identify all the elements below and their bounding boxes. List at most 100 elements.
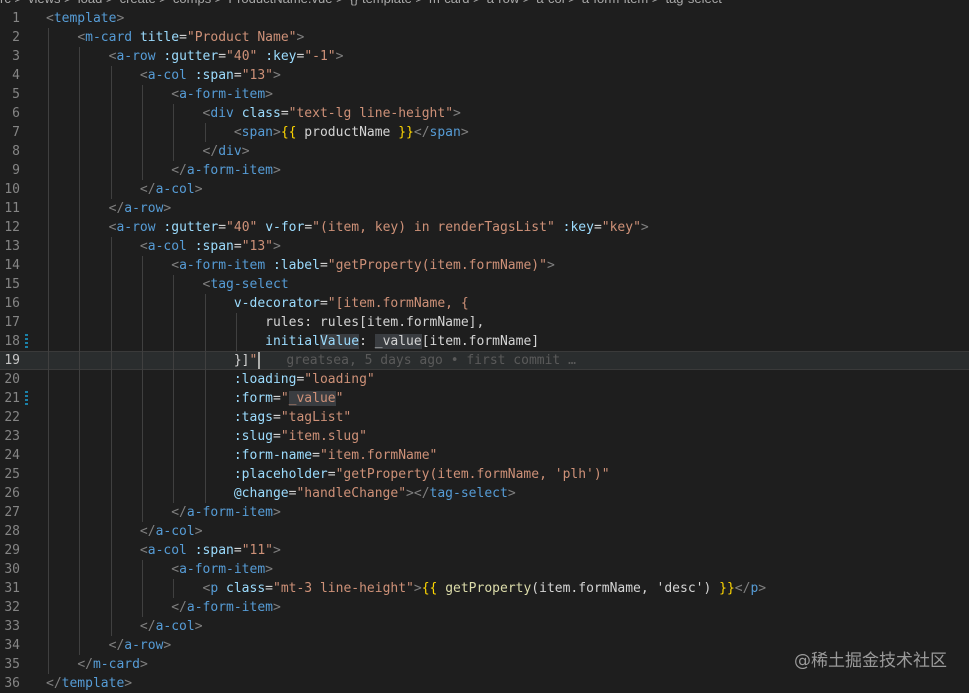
code-text[interactable]: :tags="tagList"	[46, 408, 351, 427]
code-text[interactable]: <m-card title="Product Name">	[46, 28, 304, 47]
code-text[interactable]: <a-form-item>	[46, 560, 273, 579]
line-number: 26	[4, 486, 20, 501]
line-number: 36	[4, 676, 20, 691]
code-lines[interactable]: 1 <template> 2 <m-card title="Product Name…	[0, 9, 969, 693]
code-line[interactable]: 36 </template>	[0, 674, 969, 693]
code-line[interactable]: 29 <a-col :span="11">	[0, 541, 969, 560]
code-line[interactable]: 27 </a-form-item>	[0, 503, 969, 522]
breadcrumb-segment[interactable]: tag-select	[665, 0, 721, 6]
code-text[interactable]: </a-form-item>	[46, 503, 281, 522]
code-line[interactable]: 25 :placeholder="getProperty(item.formNa…	[0, 465, 969, 484]
code-line[interactable]: 21 :form="_value"	[0, 389, 969, 408]
code-line[interactable]: 14 <a-form-item :label="getProperty(item…	[0, 256, 969, 275]
code-text[interactable]: :placeholder="getProperty(item.formName,…	[46, 465, 610, 484]
code-line[interactable]: 16 v-decorator="[item.formName, {	[0, 294, 969, 313]
code-text[interactable]: <a-row :gutter="40" v-for="(item, key) i…	[46, 218, 649, 237]
modified-line-marker[interactable]	[25, 391, 28, 406]
code-text[interactable]: </div>	[46, 142, 250, 161]
breadcrumb-segment[interactable]: a-col >	[536, 0, 575, 6]
code-text[interactable]: <p class="mt-3 line-height">{{ getProper…	[46, 579, 767, 598]
code-line[interactable]: 15 <tag-select	[0, 275, 969, 294]
breadcrumb-segment[interactable]: {} template >	[350, 0, 423, 6]
code-line[interactable]: 12 <a-row :gutter="40" v-for="(item, key…	[0, 218, 969, 237]
code-line[interactable]: 33 </a-col>	[0, 617, 969, 636]
code-text[interactable]: <a-row :gutter="40" :key="-1">	[46, 47, 344, 66]
code-text[interactable]: </a-form-item>	[46, 161, 281, 180]
code-line[interactable]: 26 @change="handleChange"></tag-select>	[0, 484, 969, 503]
breadcrumb-segment[interactable]: views >	[28, 0, 72, 6]
code-text[interactable]: <span>{{ productName }}</span>	[46, 123, 469, 142]
line-number: 19	[4, 353, 20, 368]
breadcrumb-segment[interactable]: ProductName.vue >	[228, 0, 343, 6]
code-text[interactable]: </a-form-item>	[46, 598, 281, 617]
code-text[interactable]: <a-form-item :label="getProperty(item.fo…	[46, 256, 555, 275]
code-line[interactable]: 4 <a-col :span="13">	[0, 66, 969, 85]
line-number: 2	[12, 30, 20, 45]
breadcrumb-segment[interactable]: m-card >	[429, 0, 481, 6]
code-line[interactable]: 8 </div>	[0, 142, 969, 161]
code-text[interactable]: :slug="item.slug"	[46, 427, 367, 446]
code-line[interactable]: 18 initialValue: _value[item.formName]	[0, 332, 969, 351]
code-text[interactable]: rules: rules[item.formName],	[46, 313, 484, 332]
code-text[interactable]: <div class="text-lg line-height">	[46, 104, 461, 123]
code-line[interactable]: 19 }]" greatsea, 5 days ago • first commi…	[0, 351, 969, 370]
code-text[interactable]: :form="_value"	[46, 389, 343, 408]
code-line[interactable]: 22 :tags="tagList"	[0, 408, 969, 427]
code-line[interactable]: 2 <m-card title="Product Name">	[0, 28, 969, 47]
breadcrumb-segment[interactable]: load >	[78, 0, 114, 6]
line-number: 5	[12, 87, 20, 102]
code-line[interactable]: 5 <a-form-item>	[0, 85, 969, 104]
code-text[interactable]: @change="handleChange"></tag-select>	[46, 484, 516, 503]
code-line[interactable]: 13 <a-col :span="13">	[0, 237, 969, 256]
code-line[interactable]: 9 </a-form-item>	[0, 161, 969, 180]
line-number: 18	[4, 334, 20, 349]
code-text[interactable]: <a-form-item>	[46, 85, 273, 104]
code-line[interactable]: 7 <span>{{ productName }}</span>	[0, 123, 969, 142]
code-text[interactable]: :form-name="item.formName"	[46, 446, 438, 465]
code-text[interactable]: <a-col :span="13">	[46, 66, 281, 85]
code-line[interactable]: 1 <template>	[0, 9, 969, 28]
code-text[interactable]: </a-row>	[46, 199, 172, 218]
code-text[interactable]: </a-col>	[46, 617, 203, 636]
line-number: 29	[4, 543, 20, 558]
line-number: 23	[4, 429, 20, 444]
code-text[interactable]: </template>	[46, 674, 132, 693]
breadcrumb-segment[interactable]: rc >	[0, 0, 22, 6]
code-text[interactable]: </a-col>	[46, 180, 203, 199]
code-line[interactable]: 10 </a-col>	[0, 180, 969, 199]
code-line[interactable]: 17 rules: rules[item.formName],	[0, 313, 969, 332]
code-line[interactable]: 30 <a-form-item>	[0, 560, 969, 579]
code-text[interactable]: </a-row>	[46, 636, 172, 655]
code-text[interactable]: <a-col :span="13">	[46, 237, 281, 256]
breadcrumb: rc > views > load > create > comps > ProductN…	[0, 0, 969, 9]
breadcrumb-segment[interactable]: a-row >	[487, 0, 531, 6]
code-line[interactable]: 11 </a-row>	[0, 199, 969, 218]
breadcrumb-segment[interactable]: a-form-item >	[582, 0, 660, 6]
code-text[interactable]: </m-card>	[46, 655, 147, 674]
code-line[interactable]: 32 </a-form-item>	[0, 598, 969, 617]
line-number: 13	[4, 239, 20, 254]
code-text[interactable]: <tag-select	[46, 275, 289, 294]
code-line[interactable]: 31 <p class="mt-3 line-height">{{ getPro…	[0, 579, 969, 598]
modified-line-marker[interactable]	[25, 334, 28, 349]
code-line[interactable]: 24 :form-name="item.formName"	[0, 446, 969, 465]
code-text[interactable]: v-decorator="[item.formName, {	[46, 294, 469, 313]
line-number: 1	[12, 11, 20, 26]
code-editor[interactable]: rc > views > load > create > comps > ProductN…	[0, 0, 969, 693]
code-text[interactable]: initialValue: _value[item.formName]	[46, 332, 539, 351]
code-line[interactable]: 3 <a-row :gutter="40" :key="-1">	[0, 47, 969, 66]
code-line[interactable]: 6 <div class="text-lg line-height">	[0, 104, 969, 123]
code-text[interactable]: <a-col :span="11">	[46, 541, 281, 560]
code-line[interactable]: 28 </a-col>	[0, 522, 969, 541]
code-line[interactable]: 23 :slug="item.slug"	[0, 427, 969, 446]
breadcrumb-segment[interactable]: create >	[120, 0, 167, 6]
code-line[interactable]: 20 :loading="loading"	[0, 370, 969, 389]
code-text[interactable]: </a-col>	[46, 522, 203, 541]
breadcrumb-segment[interactable]: comps >	[173, 0, 223, 6]
line-number: 31	[4, 581, 20, 596]
line-number: 21	[4, 391, 20, 406]
line-number: 11	[4, 201, 20, 216]
code-text[interactable]: :loading="loading"	[46, 370, 375, 389]
code-text[interactable]: }]" greatsea, 5 days ago • first commit …	[46, 351, 576, 370]
code-text[interactable]: <template>	[46, 9, 124, 28]
